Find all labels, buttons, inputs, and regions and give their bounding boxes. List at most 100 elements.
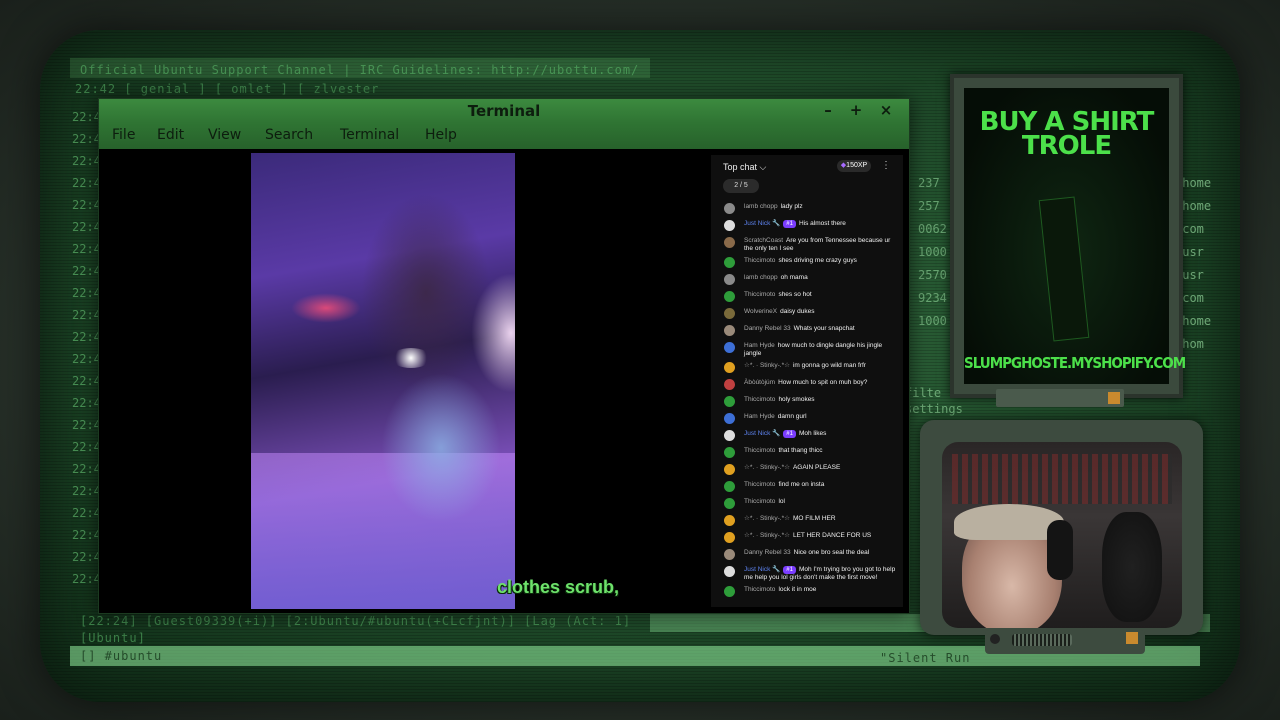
- chat-message[interactable]: ☆*. · Stinky-.*☆ MO FILM HER: [711, 513, 903, 530]
- chat-message-text: find me on insta: [778, 481, 825, 488]
- chat-message-text: How much to spit on muh boy?: [778, 379, 868, 386]
- chat-avatar[interactable]: [724, 362, 735, 373]
- tv-led-icon: [1126, 632, 1138, 644]
- chat-username[interactable]: ☆*. · Stinky-.*☆: [744, 515, 790, 522]
- chat-goal-progress[interactable]: 2 / 5: [723, 179, 759, 193]
- irc-word: settings: [905, 402, 963, 416]
- chat-message[interactable]: Ham Hyde how much to dingle dangle his ji…: [711, 340, 903, 360]
- chat-avatar[interactable]: [724, 413, 735, 424]
- chat-username[interactable]: lamb chopp: [744, 274, 778, 281]
- chat-avatar[interactable]: [724, 325, 735, 336]
- chat-message[interactable]: ☆*. · Stinky-.*☆ AGAIN PLEASE: [711, 462, 903, 479]
- chat-message[interactable]: Thiccimoto shes driving me crazy guys: [711, 255, 903, 272]
- chat-avatar[interactable]: [724, 237, 735, 248]
- chat-username[interactable]: ☆*. · Stinky-.*☆: [744, 532, 790, 539]
- chat-username[interactable]: lamb chopp: [744, 203, 778, 210]
- chat-username[interactable]: ☆*. · Stinky-.*☆: [744, 362, 790, 369]
- chat-avatar[interactable]: [724, 532, 735, 543]
- chat-message[interactable]: Thiccimoto lock it in moe: [711, 584, 903, 601]
- chat-message[interactable]: Just Nick 🔧 #1 Moh likes: [711, 428, 903, 445]
- chat-message[interactable]: WolverineX daisy dukes: [711, 306, 903, 323]
- xp-badge[interactable]: ◆150XP: [837, 160, 871, 172]
- chat-username[interactable]: Thiccimoto: [744, 257, 775, 264]
- chat-avatar[interactable]: [724, 481, 735, 492]
- chat-message[interactable]: Thiccimoto holy smokes: [711, 394, 903, 411]
- chat-message[interactable]: Thiccimoto that thang thicc: [711, 445, 903, 462]
- chat-message[interactable]: Thiccimoto find me on insta: [711, 479, 903, 496]
- terminal-title: Terminal: [467, 102, 541, 120]
- chat-username[interactable]: Thiccimoto: [744, 481, 775, 488]
- chat-avatar[interactable]: [724, 430, 735, 441]
- chat-message[interactable]: Thiccimoto lol: [711, 496, 903, 513]
- chat-message-text: holy smokes: [778, 396, 815, 403]
- chat-username[interactable]: Ham Hyde: [744, 413, 775, 420]
- minimize-button[interactable]: –: [819, 101, 837, 119]
- chat-username[interactable]: Just Nick 🔧: [744, 566, 780, 573]
- chat-message[interactable]: ☆*. · Stinky-.*☆ im gonna go wild man frf…: [711, 360, 903, 377]
- chat-header: Top chat ⌵ ◆150XP ⋮ 2 / 5: [711, 155, 903, 197]
- chat-avatar[interactable]: [724, 203, 735, 214]
- chat-avatar[interactable]: [724, 586, 735, 597]
- chat-avatar[interactable]: [724, 396, 735, 407]
- chat-avatar[interactable]: [724, 464, 735, 475]
- webcam-background-figure: [1102, 512, 1162, 622]
- chat-username[interactable]: Danny Rebel 33: [744, 325, 791, 332]
- chat-message[interactable]: Just Nick 🔧 #1 His almost there: [711, 218, 903, 235]
- chat-avatar[interactable]: [724, 549, 735, 560]
- subtitle-caption: clothes scrub,: [497, 577, 620, 597]
- chat-username[interactable]: ScratchCoast: [744, 237, 783, 244]
- chat-message[interactable]: ScratchCoast Are you from Tennessee becau…: [711, 235, 903, 255]
- chat-message[interactable]: Danny Rebel 33 Whats your snapchat: [711, 323, 903, 340]
- close-button[interactable]: ×: [877, 101, 895, 119]
- chat-username[interactable]: Danny Rebel 33: [744, 549, 791, 556]
- chat-avatar[interactable]: [724, 566, 735, 577]
- chat-message[interactable]: Àbòútòjúm How much to spit on muh boy?: [711, 377, 903, 394]
- chat-message[interactable]: Ham Hyde damn gurl: [711, 411, 903, 428]
- chat-message[interactable]: lamb chopp oh mama: [711, 272, 903, 289]
- chat-username[interactable]: Just Nick 🔧: [744, 220, 780, 227]
- chat-avatar[interactable]: [724, 447, 735, 458]
- menu-search[interactable]: Search: [265, 127, 313, 143]
- chat-avatar[interactable]: [724, 498, 735, 509]
- chat-message[interactable]: lamb chopp lady plz: [711, 201, 903, 218]
- chat-avatar[interactable]: [724, 515, 735, 526]
- menu-file[interactable]: File: [112, 127, 135, 143]
- terminal-titlebar[interactable]: Terminal – + ×: [99, 99, 909, 123]
- video-player[interactable]: [251, 153, 515, 609]
- menu-edit[interactable]: Edit: [157, 127, 184, 143]
- chat-username[interactable]: Thiccimoto: [744, 291, 775, 298]
- chat-message[interactable]: Thiccimoto shes so hot: [711, 289, 903, 306]
- chat-message[interactable]: ☆*. · Stinky-.*☆ LET HER DANCE FOR US: [711, 530, 903, 547]
- chat-message[interactable]: Just Nick 🔧 #1 Moh I'm trying bro you got …: [711, 564, 903, 584]
- video-frame-figure-legs: [381, 373, 501, 523]
- chat-username[interactable]: Ham Hyde: [744, 342, 775, 349]
- irc-channel-label: [Ubuntu]: [80, 631, 146, 645]
- menu-help[interactable]: Help: [425, 127, 457, 143]
- chat-username[interactable]: Thiccimoto: [744, 396, 775, 403]
- chat-avatar[interactable]: [724, 220, 735, 231]
- chat-menu-icon[interactable]: ⋮: [881, 160, 891, 171]
- chat-avatar[interactable]: [724, 257, 735, 268]
- chat-username[interactable]: Àbòútòjúm: [744, 379, 775, 386]
- chat-rank-badge: #1: [783, 566, 796, 574]
- menu-terminal[interactable]: Terminal: [340, 127, 399, 143]
- chat-username[interactable]: Thiccimoto: [744, 498, 775, 505]
- chat-avatar[interactable]: [724, 291, 735, 302]
- menu-view[interactable]: View: [208, 127, 241, 143]
- chat-message-text: Whats your snapchat: [793, 325, 855, 332]
- chat-message-text: lock it in moe: [778, 586, 817, 593]
- chat-username[interactable]: WolverineX: [744, 308, 777, 315]
- chat-avatar[interactable]: [724, 274, 735, 285]
- chat-username[interactable]: Just Nick 🔧: [744, 430, 780, 437]
- chat-username[interactable]: Thiccimoto: [744, 447, 775, 454]
- chat-avatar[interactable]: [724, 342, 735, 353]
- maximize-button[interactable]: +: [847, 101, 865, 119]
- chat-message-text: lady plz: [780, 203, 803, 210]
- chat-avatar[interactable]: [724, 308, 735, 319]
- chat-avatar[interactable]: [724, 379, 735, 390]
- chat-message-text: daisy dukes: [780, 308, 815, 315]
- chat-username[interactable]: Thiccimoto: [744, 586, 775, 593]
- top-chat-dropdown[interactable]: Top chat ⌵: [723, 162, 766, 173]
- chat-message[interactable]: Danny Rebel 33 Nice one bro seal the deal: [711, 547, 903, 564]
- chat-username[interactable]: ☆*. · Stinky-.*☆: [744, 464, 790, 471]
